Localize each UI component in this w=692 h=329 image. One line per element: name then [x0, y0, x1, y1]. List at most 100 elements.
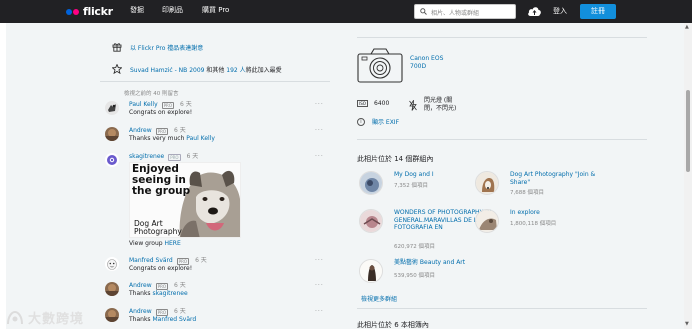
search-placeholder: 相片、人物或群組 — [431, 10, 480, 17]
scrollbar-track[interactable] — [684, 23, 692, 329]
group-item[interactable]: My Dog and I 7,352 個項目 — [359, 171, 494, 201]
avatar[interactable] — [105, 127, 119, 141]
nav-prints[interactable]: 印刷品 — [162, 6, 183, 15]
show-exif-link[interactable]: i 顯示 EXIF — [357, 117, 399, 126]
group-item[interactable]: In explore 1,800,118 個項目 — [475, 209, 610, 239]
iso-icon: ISO — [357, 100, 368, 107]
comment-more-menu[interactable]: ··· — [315, 257, 324, 264]
comment-more-menu[interactable]: ··· — [315, 153, 324, 160]
flash-row: 閃光燈 (關閉，不閃光) — [409, 97, 460, 113]
view-group-link[interactable]: HERE — [164, 240, 180, 247]
iso-row: ISO 6400 — [357, 100, 389, 107]
divider — [357, 308, 647, 309]
group-image-title: Enjoyed seeing in the group — [132, 163, 191, 197]
login-link[interactable]: 登入 — [553, 6, 567, 16]
comment-text: Thanks skagitrenee — [129, 290, 319, 298]
flash-value: 閃光燈 (關閉，不閃光) — [424, 97, 457, 112]
comment-time[interactable]: 6 天 — [195, 257, 207, 265]
comment-author[interactable]: Manfred Svärd — [129, 257, 173, 265]
groups-section-title: 此相片位於 14 個群組內 — [357, 155, 434, 163]
comment-text-body: Thanks very much — [129, 135, 187, 142]
comment-text: Congrats on explore! — [129, 265, 193, 272]
camera-model-link[interactable]: Canon EOS 700D — [410, 55, 443, 71]
comments-column: 以 Flickr Pro 禮品表達謝意 Suvad Hamzić - NB 20… — [100, 23, 330, 329]
view-group-text: View group — [129, 240, 165, 247]
scroll-down-arrow-icon[interactable]: ▼ — [685, 321, 689, 327]
fave-suffix-text: 將此加入最愛 — [245, 66, 282, 74]
mention-link[interactable]: Manfred Svärd — [152, 316, 196, 323]
nav-explore[interactable]: 發掘 — [130, 6, 144, 15]
avatar[interactable] — [105, 282, 119, 296]
divider — [357, 139, 647, 140]
comment-more-menu[interactable]: ··· — [315, 127, 324, 134]
comment-time[interactable]: 6 天 — [180, 101, 192, 109]
flickr-logo[interactable]: flickr — [66, 4, 113, 19]
avatar[interactable] — [105, 153, 119, 167]
comment-author[interactable]: skagitrenee — [129, 153, 164, 161]
comment-time[interactable]: 6 天 — [174, 127, 186, 135]
comment-more-menu[interactable]: ··· — [315, 308, 324, 315]
iso-value: 6400 — [374, 100, 390, 107]
logo-pink-dot — [73, 8, 79, 15]
group-image-subtitle: Dog Art Photography — [134, 219, 182, 236]
comment-text: Thanks Manfred Svärd — [129, 316, 319, 324]
nav-get-pro[interactable]: 購買 Pro — [202, 6, 229, 15]
signup-button[interactable]: 註冊 — [580, 4, 616, 19]
comment-time[interactable]: 6 天 — [187, 153, 199, 161]
group-name: In explore — [510, 209, 540, 216]
avatar[interactable] — [105, 101, 119, 115]
group-count: 7,688 個項目 — [510, 190, 544, 196]
group-item[interactable]: Dog Art Photography "Join & Share" 7,688… — [475, 171, 610, 201]
group-count: 620,972 個項目 — [394, 244, 435, 250]
watermark: 大數跨境 — [6, 308, 84, 327]
top-navigation-bar: flickr 發掘 印刷品 購買 Pro 相片、人物或群組 登入 註冊 — [0, 0, 692, 23]
watermark-text: 大數跨境 — [28, 312, 85, 327]
scroll-up-arrow-icon[interactable]: ▲ — [685, 24, 689, 30]
comment-text-body: Thanks — [129, 316, 153, 323]
watermark-logo-icon — [7, 310, 23, 324]
group-item[interactable]: 美點藝術 Beauty and Art 539,950 個項目 — [359, 259, 494, 289]
fave-user-link[interactable]: Suvad Hamzić - NB 2009 — [130, 67, 204, 74]
comment-time[interactable]: 6 天 — [174, 282, 186, 290]
mention-link[interactable]: Paul Kelly — [186, 135, 215, 142]
comment-text: Congrats on explore! — [129, 109, 193, 116]
avatar[interactable] — [105, 308, 119, 322]
show-exif-label: 顯示 EXIF — [372, 119, 400, 126]
photo-info-column: Canon EOS 700D ISO 6400 閃光燈 (關閉，不閃光) i 顯示… — [345, 23, 647, 329]
mention-link[interactable]: skagitrenee — [152, 290, 187, 297]
flash-off-icon — [409, 99, 417, 111]
fave-others-link[interactable]: 192 人 — [226, 67, 245, 74]
comment-more-menu[interactable]: ··· — [315, 282, 324, 289]
group-invite-image[interactable]: Enjoyed seeing in the group Dog Art Phot… — [129, 162, 241, 238]
left-gutter — [0, 23, 6, 329]
albums-section-title: 此相片位於 6 本相簿內 — [357, 321, 429, 329]
pro-badge: PRO — [155, 282, 168, 290]
comment-author[interactable]: Andrew — [129, 282, 152, 290]
scrollbar-thumb[interactable] — [686, 90, 690, 172]
comment-more-menu[interactable]: ··· — [315, 101, 324, 108]
view-older-comments-link[interactable]: 檢視之前的 40 則留言 — [124, 89, 179, 97]
camera-model: 700D — [410, 63, 427, 70]
group-thumbnail — [359, 171, 383, 195]
comment-author[interactable]: Paul Kelly — [129, 101, 158, 109]
avatar[interactable] — [105, 257, 119, 271]
view-more-groups-link[interactable]: 檢視更多群組 — [361, 294, 397, 303]
pro-badge: PRO — [176, 257, 190, 265]
group-name: Dog Art Photography "Join & Share" — [510, 171, 596, 186]
comment-text-body: Thanks — [129, 290, 153, 297]
fave-middle-text: 和其他 — [204, 66, 227, 74]
gift-icon — [112, 43, 122, 52]
group-name: 美點藝術 Beauty and Art — [394, 259, 466, 266]
comment-author[interactable]: Andrew — [129, 127, 152, 135]
search-icon — [420, 8, 427, 15]
camera-icon — [357, 48, 403, 83]
upload-cloud-icon[interactable] — [527, 5, 542, 17]
comment-text: Thanks very much Paul Kelly — [129, 135, 319, 143]
search-input[interactable]: 相片、人物或群組 — [414, 4, 516, 19]
pro-badge: PRO — [161, 101, 174, 109]
group-thumbnail — [359, 209, 383, 233]
group-item[interactable]: WONDERS OF PHOTOGRAPHY IN GENERAL.MARAVI… — [359, 209, 494, 250]
comment-time[interactable]: 6 天 — [174, 308, 186, 316]
comment-author[interactable]: Andrew — [129, 308, 152, 316]
gift-pro-link[interactable]: 以 Flickr Pro 禮品表達謝意 — [130, 45, 203, 52]
